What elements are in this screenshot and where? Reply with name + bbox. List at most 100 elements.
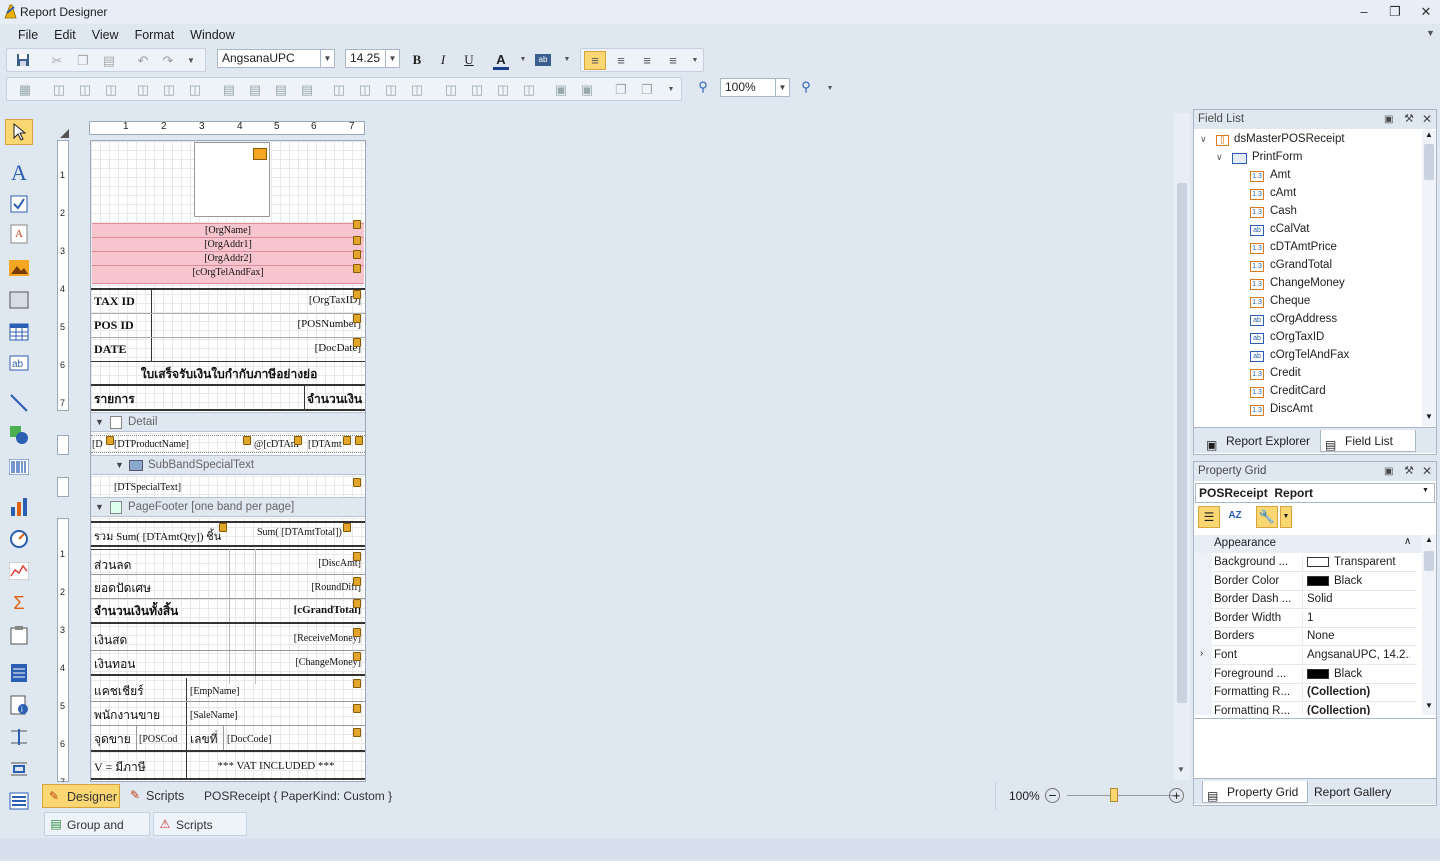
bold-icon[interactable]: B xyxy=(409,52,425,68)
grand-total-value[interactable]: [cGrandTotal] xyxy=(259,604,361,616)
redo-icon[interactable]: ↷ xyxy=(160,53,176,69)
scrollbar-thumb[interactable] xyxy=(1424,551,1434,571)
property-value[interactable]: Solid xyxy=(1302,593,1410,610)
property-value[interactable]: None xyxy=(1302,630,1410,647)
logo-picturebox[interactable] xyxy=(194,142,270,217)
undo-icon[interactable]: ↶ xyxy=(135,53,151,69)
grand-total-label[interactable]: จำนวนเงินทั้งสิ้น xyxy=(94,602,178,621)
chart-tool[interactable] xyxy=(5,494,33,520)
align-center-icon[interactable]: ≡ xyxy=(613,53,629,69)
page-info-tool[interactable]: i xyxy=(5,692,33,718)
cash-value[interactable]: [ReceiveMoney] xyxy=(259,633,361,644)
save-icon[interactable] xyxy=(15,53,31,69)
zoom-select[interactable]: 100% ▼ xyxy=(720,78,790,97)
restore-button[interactable]: ❐ xyxy=(1384,3,1406,21)
scrollbar-thumb[interactable] xyxy=(1424,144,1434,180)
property-value[interactable]: 1 xyxy=(1302,611,1410,628)
alphabetical-icon[interactable]: AZ xyxy=(1224,506,1246,528)
property-value[interactable]: (Collection) xyxy=(1302,686,1410,703)
detail-band-header[interactable]: ▼ Detail xyxy=(91,412,365,432)
org-addr2-field[interactable]: [OrgAddr2] xyxy=(92,251,364,265)
property-row[interactable]: Background ... Transparent xyxy=(1212,554,1417,572)
property-row[interactable]: Borders None xyxy=(1212,628,1417,647)
scroll-up-icon[interactable]: ▲ xyxy=(1425,535,1433,544)
category-appearance[interactable]: Appearance ∧ xyxy=(1194,535,1422,553)
change-value[interactable]: [ChangeMoney] xyxy=(259,657,361,668)
change-label[interactable]: เงินทอน xyxy=(94,655,135,674)
close-icon[interactable]: ✕ xyxy=(1422,462,1432,481)
chevron-up-icon[interactable]: ∧ xyxy=(1404,536,1411,547)
close-button[interactable]: ✕ xyxy=(1415,3,1437,21)
align-grid-icon[interactable]: ▦ xyxy=(17,82,33,98)
menu-edit[interactable]: Edit xyxy=(46,28,84,42)
dock-icon[interactable]: ▣ xyxy=(1384,462,1393,481)
object-selector[interactable]: POSReceipt Report ▼ xyxy=(1195,483,1435,503)
subband-header[interactable]: ▼ SubBandSpecialText xyxy=(91,455,365,475)
center-horizontally-icon[interactable]: ▣ xyxy=(553,82,569,98)
scrollbar-thumb[interactable] xyxy=(1177,183,1187,703)
scroll-down-icon[interactable]: ▼ xyxy=(1425,412,1433,421)
item-column-header[interactable]: รายการ xyxy=(94,390,135,409)
tab-group-and-sort[interactable]: ▤ Group and Sort xyxy=(44,812,150,856)
align-centers-icon[interactable]: ◫ xyxy=(77,82,93,98)
vat-label[interactable]: V = มีภาษี xyxy=(94,758,146,777)
back-color-dropdown-icon[interactable]: ▼ xyxy=(559,52,575,68)
vspacing-increase-icon[interactable]: ◫ xyxy=(469,82,485,98)
back-color-icon[interactable]: ab xyxy=(535,54,551,66)
rounding-value[interactable]: [RoundDiff] xyxy=(259,582,361,593)
summary-tool[interactable]: Σ xyxy=(5,590,33,616)
justify-icon[interactable]: ≡ xyxy=(665,53,681,69)
menu-format[interactable]: Format xyxy=(127,28,183,42)
tab-designer[interactable]: ✎ Designer xyxy=(42,784,120,808)
label-tool[interactable]: A xyxy=(5,160,33,186)
minimize-button[interactable]: – xyxy=(1353,3,1375,21)
zoom-out-icon[interactable]: ⚲ xyxy=(695,79,711,95)
pointer-tool[interactable] xyxy=(5,119,33,145)
pin-icon[interactable]: ⚒ xyxy=(1404,110,1414,129)
field-list-scrollbar[interactable]: ▲ ▼ xyxy=(1422,130,1436,426)
hspacing-decrease-icon[interactable]: ◫ xyxy=(383,82,399,98)
events-dropdown-icon[interactable]: ▼ xyxy=(1280,506,1292,528)
org-name-field[interactable]: [OrgName] xyxy=(92,223,364,237)
bring-to-front-icon[interactable]: ❐ xyxy=(613,82,629,98)
menu-view[interactable]: View xyxy=(84,28,127,42)
pin-icon[interactable]: ⚒ xyxy=(1404,462,1414,481)
property-row[interactable]: Border Dash ... Solid xyxy=(1212,591,1417,610)
fore-color-dropdown-icon[interactable]: ▼ xyxy=(515,52,531,68)
tab-property-grid[interactable]: ▤ Property Grid xyxy=(1202,781,1308,803)
hspacing-remove-icon[interactable]: ◫ xyxy=(409,82,425,98)
collapse-icon[interactable]: ▼ xyxy=(115,456,124,475)
zoom-dropdown-icon[interactable]: ▼ xyxy=(822,81,838,97)
layout-dropdown-icon[interactable]: ▼ xyxy=(663,82,679,98)
same-width-icon[interactable]: ▤ xyxy=(221,82,237,98)
table-tool[interactable] xyxy=(5,319,33,345)
doc-number-value[interactable]: [DocCode] xyxy=(227,734,271,745)
picture-tool[interactable] xyxy=(5,255,33,281)
cross-band-line-tool[interactable] xyxy=(5,724,33,750)
tax-id-value[interactable]: [OrgTaxID] xyxy=(241,294,361,306)
hspacing-increase-icon[interactable]: ◫ xyxy=(357,82,373,98)
sum-total-field[interactable]: Sum( [DTAmtTotal]) xyxy=(257,527,342,538)
menu-window[interactable]: Window xyxy=(182,28,242,42)
tree-node-table[interactable]: ∨ PrintForm xyxy=(1216,151,1302,164)
collapse-icon[interactable]: ▼ xyxy=(95,413,104,432)
dock-icon[interactable]: ▣ xyxy=(1384,110,1393,129)
org-addr1-field[interactable]: [OrgAddr1] xyxy=(92,237,364,251)
sparkline-tool[interactable] xyxy=(5,558,33,584)
tab-field-list[interactable]: ▤ Field List xyxy=(1320,430,1416,452)
cashier-value[interactable]: [EmpName] xyxy=(190,686,239,697)
zoom-minus-icon[interactable]: − xyxy=(1045,788,1060,803)
zoom-slider-track[interactable] xyxy=(1067,795,1179,796)
cashier-label[interactable]: แคชเชียร์ xyxy=(94,682,144,701)
categorized-icon[interactable]: ☰ xyxy=(1198,506,1220,528)
panel-tool[interactable] xyxy=(5,287,33,313)
cash-label[interactable]: เงินสด xyxy=(94,631,127,650)
pos-id-value[interactable]: [POSNumber] xyxy=(241,318,361,330)
underline-icon[interactable]: U xyxy=(461,52,477,68)
size-to-grid-icon[interactable]: ▤ xyxy=(247,82,263,98)
collapse-icon[interactable]: ▼ xyxy=(95,498,104,517)
vspacing-decrease-icon[interactable]: ◫ xyxy=(495,82,511,98)
property-value[interactable]: (Collection) xyxy=(1302,704,1410,715)
chevron-right-icon[interactable]: › xyxy=(1200,648,1203,659)
property-row[interactable]: Border Width 1 xyxy=(1212,610,1417,628)
